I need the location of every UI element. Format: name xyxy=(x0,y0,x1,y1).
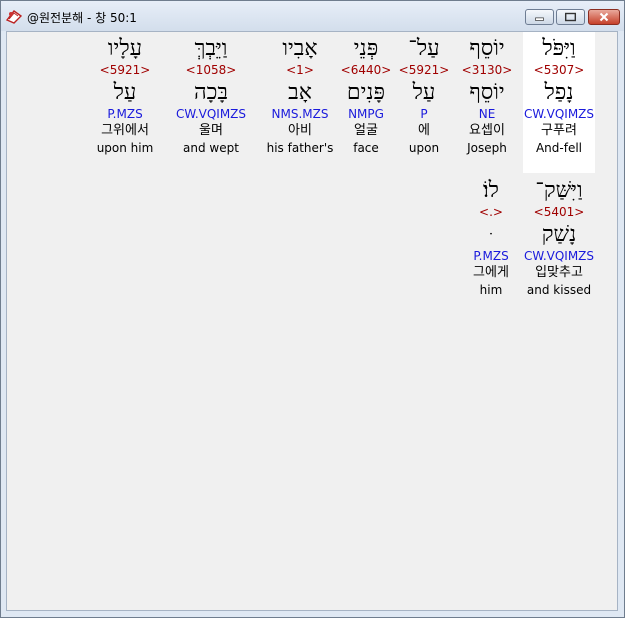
hebrew-word: וַיִּשַּׁק־ xyxy=(535,178,583,203)
parsing-code: NMPG xyxy=(348,107,384,121)
word-column[interactable]: וַיִּשַּׁק־ <5401> נָשַׁק CW.VQIMZS 입맞추고… xyxy=(523,174,595,298)
strong-number[interactable]: <1> xyxy=(262,62,338,78)
hebrew-word: יוֹסֵף xyxy=(469,36,505,61)
bible-book-icon xyxy=(5,10,23,24)
strong-number[interactable]: <.> xyxy=(455,204,527,220)
word-column[interactable]: עָלָיו <5921> עַל P.MZS 그위에서 upon him xyxy=(89,32,161,156)
word-column[interactable]: וַיִּפֹּל <5307> נָפַל CW.VQIMZS 구푸려 And… xyxy=(523,32,595,173)
hebrew-word: פְּנֵי xyxy=(353,36,379,61)
hebrew-lemma: פָּנִים xyxy=(346,80,386,105)
parsing-code: CW.VQIMZS xyxy=(523,107,595,121)
close-button[interactable] xyxy=(588,9,620,25)
window-title: @원전분해 - 창 50:1 xyxy=(27,11,137,25)
strong-number[interactable]: <6440> xyxy=(330,62,402,78)
english-gloss: And-fell xyxy=(535,141,583,155)
word-column[interactable]: יוֹסֵף <3130> יוֹסֵף NE 요셉이 Joseph xyxy=(451,32,523,156)
word-column[interactable]: וַיֵּבְךְּ <1058> בָּכָה CW.VQIMZS 울며 an… xyxy=(171,32,251,156)
maximize-icon xyxy=(564,12,577,22)
close-icon xyxy=(599,12,609,22)
hebrew-lemma: נָפַל xyxy=(544,80,574,105)
parsing-code: P.MZS xyxy=(473,249,509,263)
title-bar[interactable]: @원전분해 - 창 50:1 xyxy=(1,1,624,31)
strong-number[interactable]: <5307> xyxy=(523,62,595,78)
english-gloss: face xyxy=(353,141,379,155)
korean-gloss: 얼굴 xyxy=(354,123,378,138)
english-gloss: him xyxy=(479,283,503,297)
korean-gloss: 그에게 xyxy=(473,265,509,280)
strong-number[interactable]: <3130> xyxy=(451,62,523,78)
minimize-button[interactable] xyxy=(525,9,554,25)
hebrew-lemma: ּ xyxy=(455,222,527,248)
word-column[interactable]: פְּנֵי <6440> פָּנִים NMPG 얼굴 face xyxy=(330,32,402,156)
parsing-code: NMS.MZS xyxy=(271,107,329,121)
english-gloss: and kissed xyxy=(526,283,592,297)
hebrew-word: אָבִיו xyxy=(282,36,318,61)
english-gloss: Joseph xyxy=(467,141,507,155)
window-bottom-border xyxy=(1,611,624,617)
maximize-button[interactable] xyxy=(556,9,585,25)
english-gloss: upon him xyxy=(96,141,154,155)
hebrew-lemma: נָשַׁק xyxy=(541,222,577,247)
parsing-code: CW.VQIMZS xyxy=(523,249,595,263)
strong-number[interactable]: <1058> xyxy=(171,62,251,78)
hebrew-word: וַיִּפֹּל xyxy=(542,36,576,61)
korean-gloss: 그위에서 xyxy=(101,123,149,138)
korean-gloss: 아비 xyxy=(288,123,312,138)
word-column[interactable]: לוֹ׃ <.> ּ P.MZS 그에게 him xyxy=(455,174,527,298)
hebrew-lemma: בָּכָה xyxy=(193,80,228,105)
parsing-code: P.MZS xyxy=(107,107,143,121)
english-gloss: and wept xyxy=(183,141,239,155)
parsing-code: NE xyxy=(478,107,496,121)
korean-gloss: 구푸려 xyxy=(541,123,577,138)
korean-gloss: 입맞추고 xyxy=(535,265,583,280)
english-gloss: his father's xyxy=(266,141,334,155)
parsing-code: CW.VQIMZS xyxy=(175,107,247,121)
hebrew-lemma: אָב xyxy=(288,80,312,105)
strong-number[interactable]: <5401> xyxy=(523,204,595,220)
korean-gloss: 요셉이 xyxy=(469,123,505,138)
hebrew-lemma: יוֹסֵף xyxy=(469,80,505,105)
korean-gloss: 울며 xyxy=(199,123,223,138)
minimize-icon xyxy=(535,17,544,21)
hebrew-word: לוֹ׃ xyxy=(483,178,499,203)
hebrew-word: עָלָיו xyxy=(107,36,143,61)
word-analysis-panel: וַיִּפֹּל <5307> נָפַל CW.VQIMZS 구푸려 And… xyxy=(6,31,618,611)
hebrew-lemma: עַל xyxy=(113,80,137,105)
strong-number[interactable]: <5921> xyxy=(89,62,161,78)
word-column[interactable]: אָבִיו <1> אָב NMS.MZS 아비 his father's xyxy=(262,32,338,156)
hebrew-word: וַיֵּבְךְּ xyxy=(194,36,228,61)
app-window: @원전분해 - 창 50:1 וַיִּפֹּל <5307> נָפַל CW… xyxy=(0,0,625,618)
